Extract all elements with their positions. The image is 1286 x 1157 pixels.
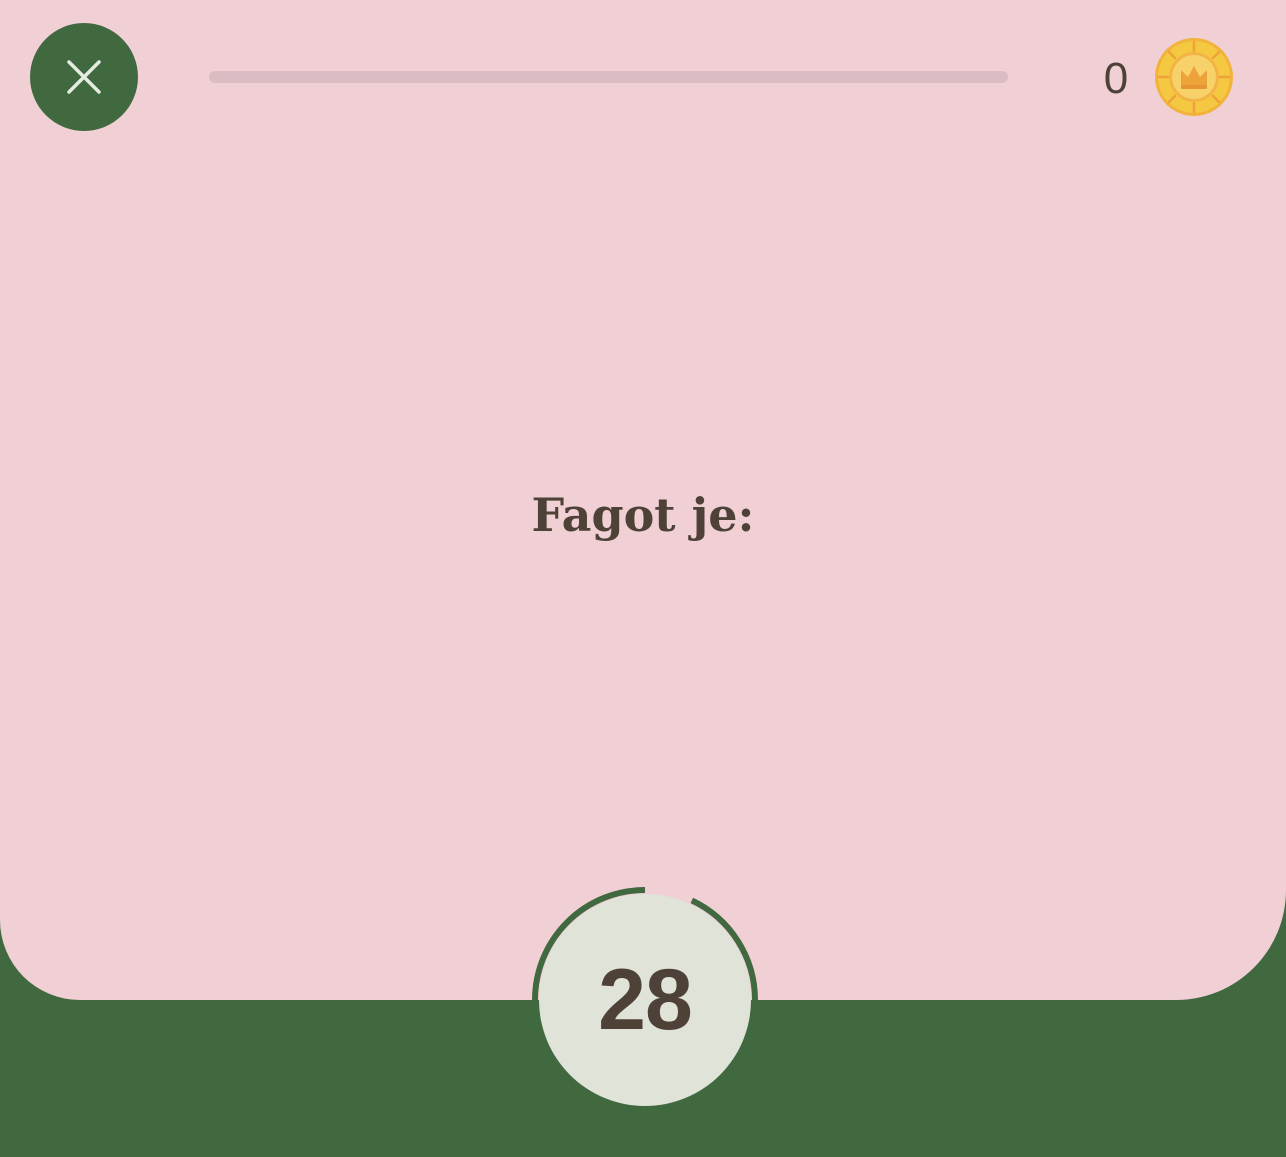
countdown-timer: 28 (530, 885, 760, 1115)
timer-value: 28 (598, 951, 693, 1048)
crown-coin-icon (1155, 38, 1233, 116)
close-icon (67, 60, 101, 94)
close-button[interactable] (30, 23, 138, 131)
coin-count: 0 (1103, 54, 1129, 103)
question-card: 0 Fagot je: (0, 0, 1286, 1000)
quiz-progress-bar (209, 71, 1008, 83)
question-text: Fagot je: (531, 488, 755, 542)
